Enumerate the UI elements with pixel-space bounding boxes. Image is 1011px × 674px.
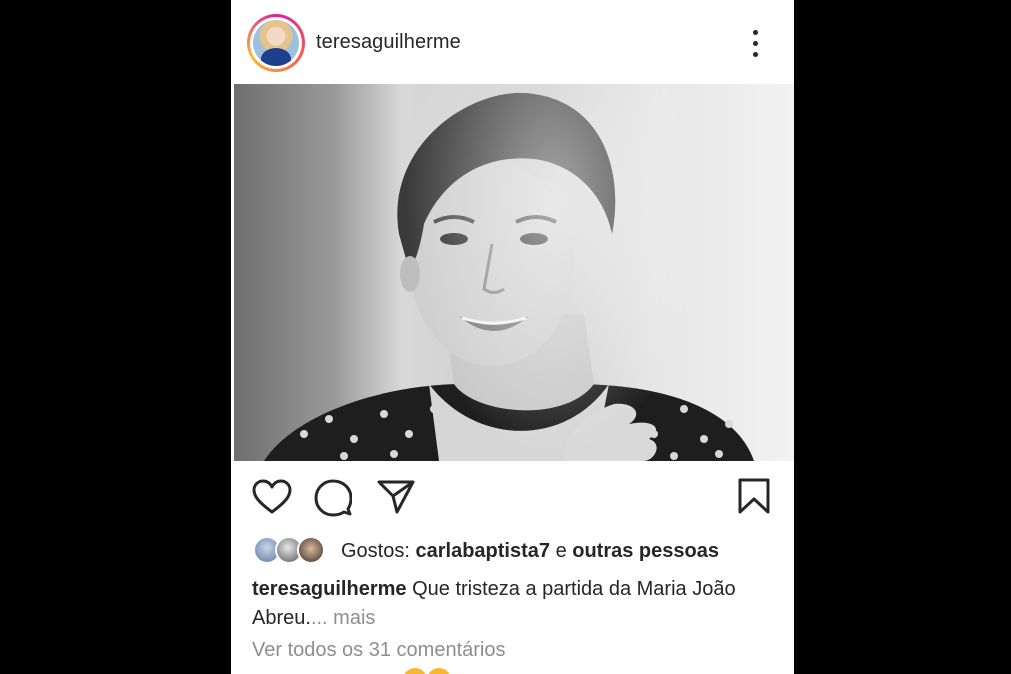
likes-connector: e bbox=[555, 540, 567, 562]
caption-username[interactable]: teresaguilherme bbox=[252, 578, 407, 600]
caption-ellipsis: ... bbox=[310, 607, 328, 629]
post-image[interactable] bbox=[234, 84, 794, 461]
more-icon[interactable] bbox=[746, 28, 766, 60]
send-icon[interactable] bbox=[377, 479, 415, 515]
post-card: teresaguilherme Gostos: carlabaptista7 e… bbox=[231, 0, 794, 674]
comment-icon[interactable] bbox=[314, 479, 352, 517]
liker-username[interactable]: carlabaptista7 bbox=[415, 540, 550, 562]
bookmark-icon[interactable] bbox=[737, 478, 771, 514]
post-caption: teresaguilherme Que tristeza a partida d… bbox=[252, 575, 777, 633]
post-actions bbox=[231, 470, 794, 522]
post-username[interactable]: teresaguilherme bbox=[316, 31, 461, 54]
emoji-icon bbox=[404, 668, 450, 674]
likes-prefix: Gostos: bbox=[341, 540, 410, 562]
view-all-comments-link[interactable]: Ver todos os 31 comentários bbox=[252, 639, 505, 662]
heart-icon[interactable] bbox=[252, 479, 292, 515]
profile-avatar[interactable] bbox=[247, 14, 305, 72]
post-header: teresaguilherme bbox=[231, 0, 794, 84]
likes-summary[interactable]: Gostos: carlabaptista7 e outras pessoas bbox=[253, 536, 783, 566]
likes-text: Gostos: carlabaptista7 e outras pessoas bbox=[341, 540, 719, 563]
likes-others[interactable]: outras pessoas bbox=[572, 540, 719, 562]
liker-avatar bbox=[297, 536, 325, 564]
caption-more-link[interactable]: mais bbox=[333, 607, 375, 629]
